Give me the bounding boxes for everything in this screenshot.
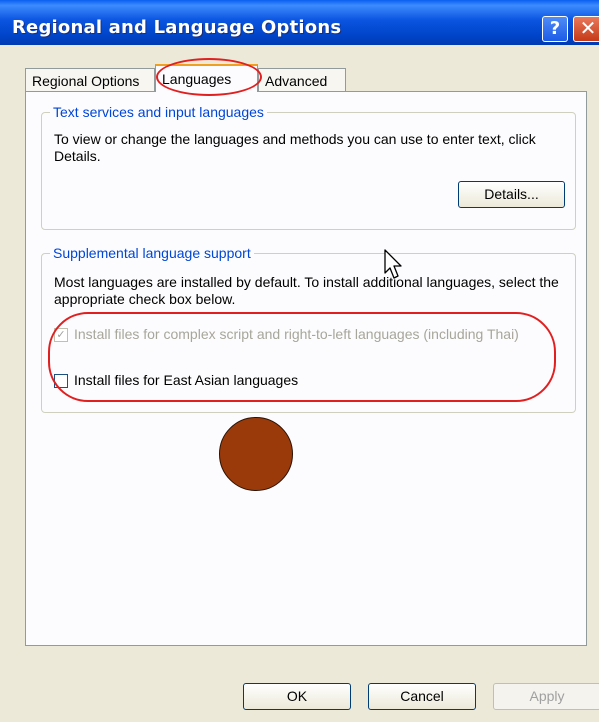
text-services-title: Text services and input languages xyxy=(50,104,267,120)
window-title: Regional and Language Options xyxy=(12,17,342,38)
text-services-group: Text services and input languages To vie… xyxy=(41,104,576,230)
tab-regional-options[interactable]: Regional Options xyxy=(25,68,155,92)
tab-highlight-ellipse xyxy=(156,58,262,96)
apply-button[interactable]: Apply xyxy=(493,683,599,710)
help-icon: ? xyxy=(549,18,561,39)
supplemental-description: Most languages are installed by default.… xyxy=(54,274,559,307)
ok-button[interactable]: OK xyxy=(243,683,351,710)
dialog-window: Regional and Language Options ? ✕ Region… xyxy=(0,0,599,722)
details-button[interactable]: Details... xyxy=(458,181,565,208)
help-button[interactable]: ? xyxy=(542,16,568,42)
supplemental-title: Supplemental language support xyxy=(50,245,254,261)
close-button[interactable]: ✕ xyxy=(573,16,599,42)
mouse-cursor-icon xyxy=(384,249,402,279)
checkbox-highlight-ellipse xyxy=(48,312,556,402)
title-bar[interactable]: Regional and Language Options ? ✕ xyxy=(0,0,599,45)
tab-advanced[interactable]: Advanced xyxy=(258,68,346,92)
text-services-description: To view or change the languages and meth… xyxy=(54,131,536,164)
cancel-button[interactable]: Cancel xyxy=(368,683,476,710)
marker-dot xyxy=(219,417,293,491)
close-icon: ✕ xyxy=(579,16,597,40)
